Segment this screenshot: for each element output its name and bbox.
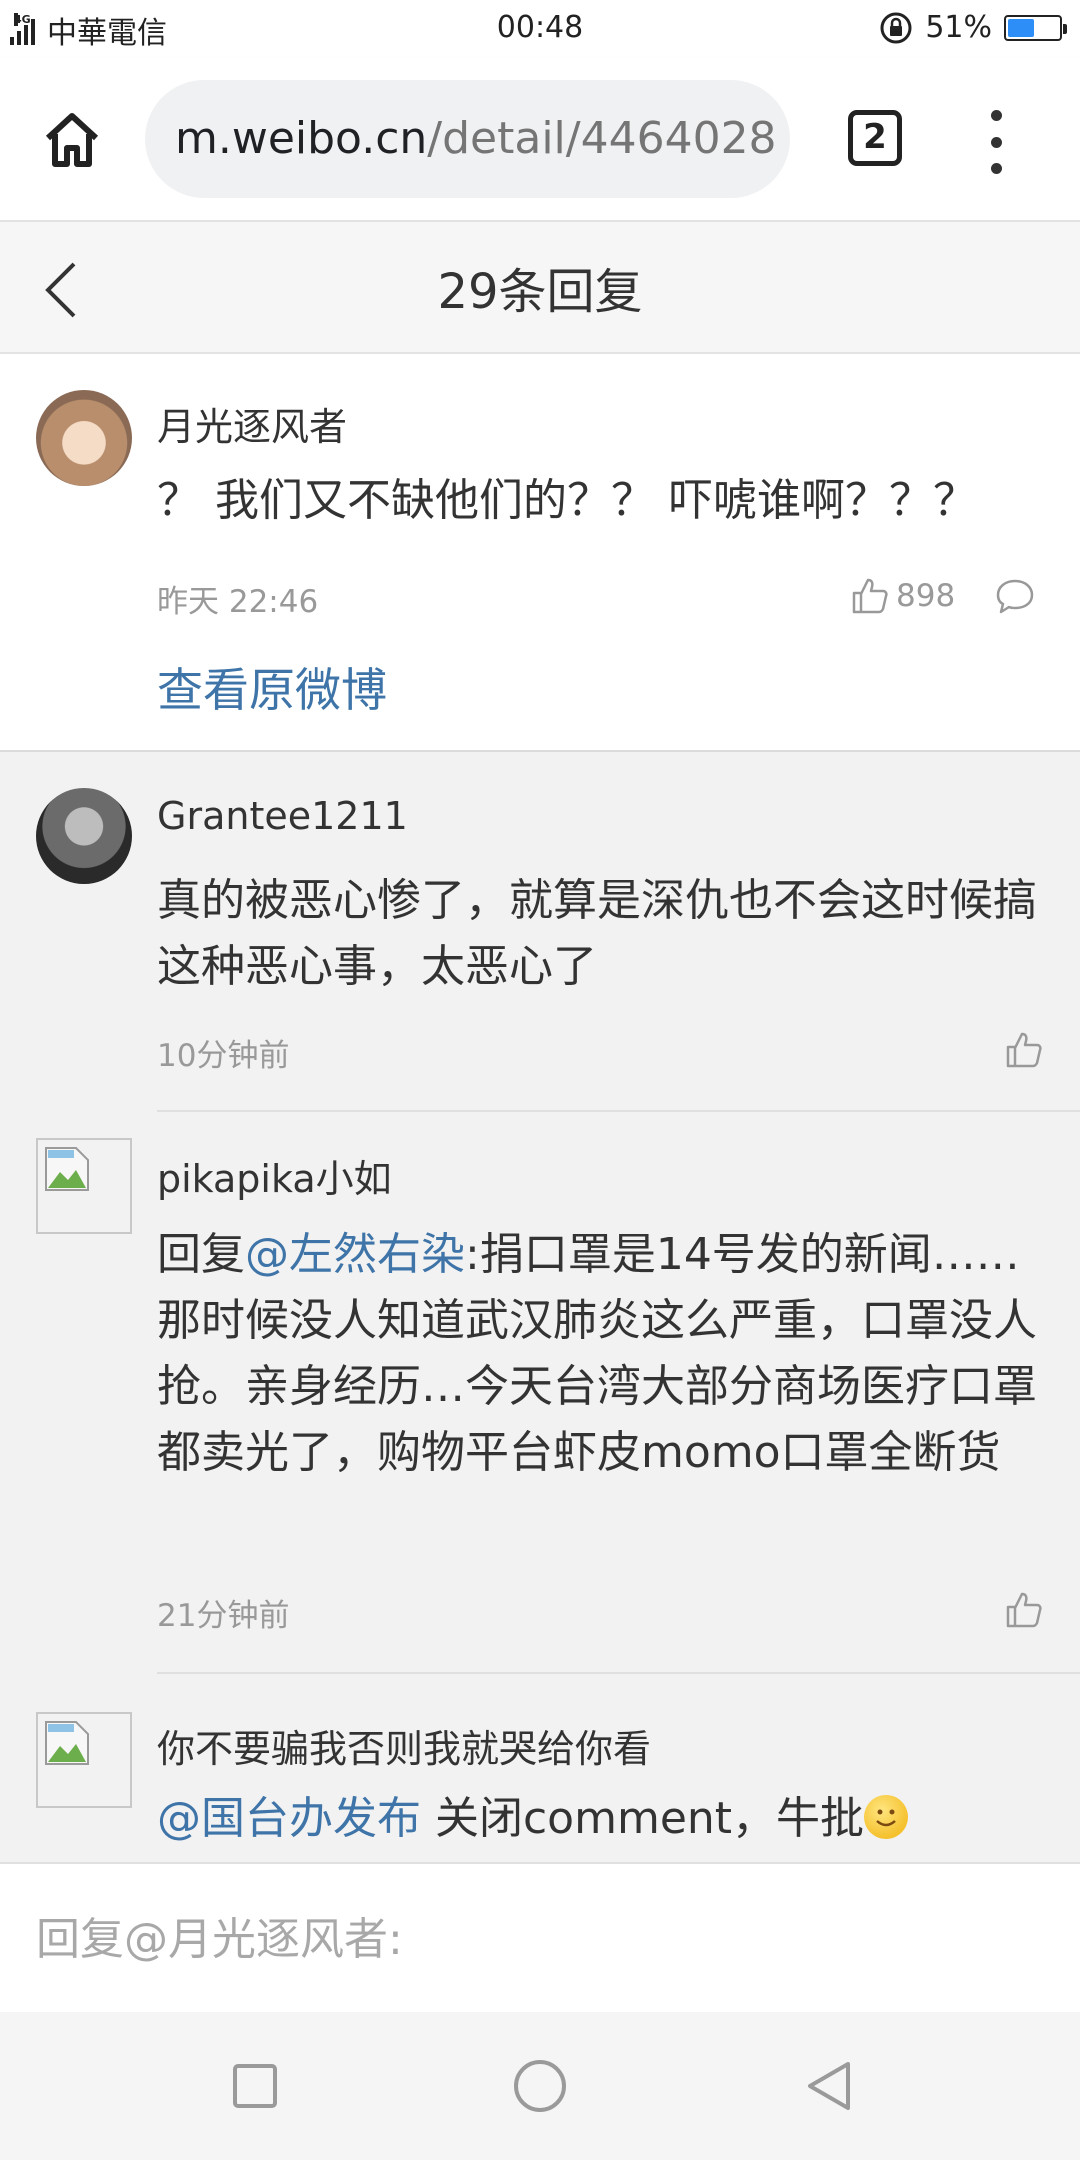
comment-text: ？ 我们又不缺他们的？？ 吓唬谁啊？？？ xyxy=(157,475,977,526)
url-domain: m.weibo.cn xyxy=(175,113,428,164)
like-count: 898 xyxy=(896,578,956,614)
thumbs-up-icon[interactable] xyxy=(1004,1030,1044,1070)
reply-text: 回复@左然右染:捐口罩是14号发的新闻……那时候没人知道武汉肺炎这么严重，口罩没… xyxy=(157,1222,1037,1486)
mention-link[interactable]: @国台办发布 xyxy=(157,1793,421,1844)
browser-toolbar: m.weibo.cn/detail/4464028 2 xyxy=(0,58,1080,222)
mention-link[interactable]: @左然右染 xyxy=(245,1229,465,1280)
avatar[interactable] xyxy=(36,1138,132,1234)
status-right: 51% xyxy=(879,10,1067,45)
overflow-menu-icon[interactable] xyxy=(978,110,1014,174)
avatar[interactable] xyxy=(36,390,132,486)
timestamp: 21分钟前 xyxy=(157,1598,290,1634)
reply-body: 关闭comment，牛批 xyxy=(421,1793,865,1844)
system-navigation-bar xyxy=(0,2012,1080,2160)
timestamp: 昨天 22:46 xyxy=(157,584,319,620)
page-header: 29条回复 xyxy=(0,222,1080,354)
tab-switcher-button[interactable]: 2 xyxy=(848,110,902,166)
reply-compose-bar xyxy=(0,1862,1080,2014)
broken-image-icon xyxy=(45,1721,89,1765)
reply-input[interactable] xyxy=(36,1864,1046,2014)
reply-list: Grantee1211 真的被恶心惨了，就算是深仇也不会这时候搞这种恶心事，太恶… xyxy=(0,752,1080,1862)
recents-square-icon[interactable] xyxy=(225,2056,285,2116)
reply-prefix: 回复 xyxy=(157,1229,245,1280)
username[interactable]: 月光逐风者 xyxy=(157,396,347,451)
status-bar: 4G 中華電信 00:48 51% xyxy=(0,0,1080,58)
timestamp: 10分钟前 xyxy=(157,1038,290,1074)
battery-icon xyxy=(1004,14,1067,41)
avatar[interactable] xyxy=(36,788,132,884)
main-comment: 月光逐风者 ？ 我们又不缺他们的？？ 吓唬谁啊？？？ 昨天 22:46 898 … xyxy=(0,354,1080,752)
view-original-weibo-link[interactable]: 查看原微博 xyxy=(157,654,387,720)
smile-emoji xyxy=(864,1795,909,1839)
home-circle-icon[interactable] xyxy=(510,2056,570,2116)
url-path: /detail/4464028 xyxy=(427,113,777,164)
page-title: 29条回复 xyxy=(437,264,643,320)
back-triangle-icon[interactable] xyxy=(800,2056,860,2116)
comment-icon[interactable] xyxy=(994,576,1036,616)
username[interactable]: 你不要骗我否则我就哭给你看 xyxy=(157,1718,651,1773)
reply-text: @国台办发布 关闭comment，牛批 xyxy=(157,1786,1057,1852)
divider xyxy=(157,1672,1080,1674)
reply-text: 真的被恶心惨了，就算是深仇也不会这时候搞这种恶心事，太恶心了 xyxy=(157,875,1037,992)
avatar[interactable] xyxy=(36,1712,132,1808)
thumbs-up-icon[interactable] xyxy=(850,576,890,616)
divider xyxy=(157,1110,1080,1112)
battery-level xyxy=(1008,18,1034,37)
home-icon[interactable] xyxy=(40,108,104,172)
battery-percent: 51% xyxy=(925,10,992,45)
broken-image-icon xyxy=(45,1147,89,1191)
username[interactable]: pikapika小如 xyxy=(157,1148,392,1203)
address-bar[interactable]: m.weibo.cn/detail/4464028 xyxy=(145,80,790,198)
username[interactable]: Grantee1211 xyxy=(157,794,408,838)
lock-rotation-icon xyxy=(880,12,912,43)
thumbs-up-icon[interactable] xyxy=(1004,1590,1044,1630)
